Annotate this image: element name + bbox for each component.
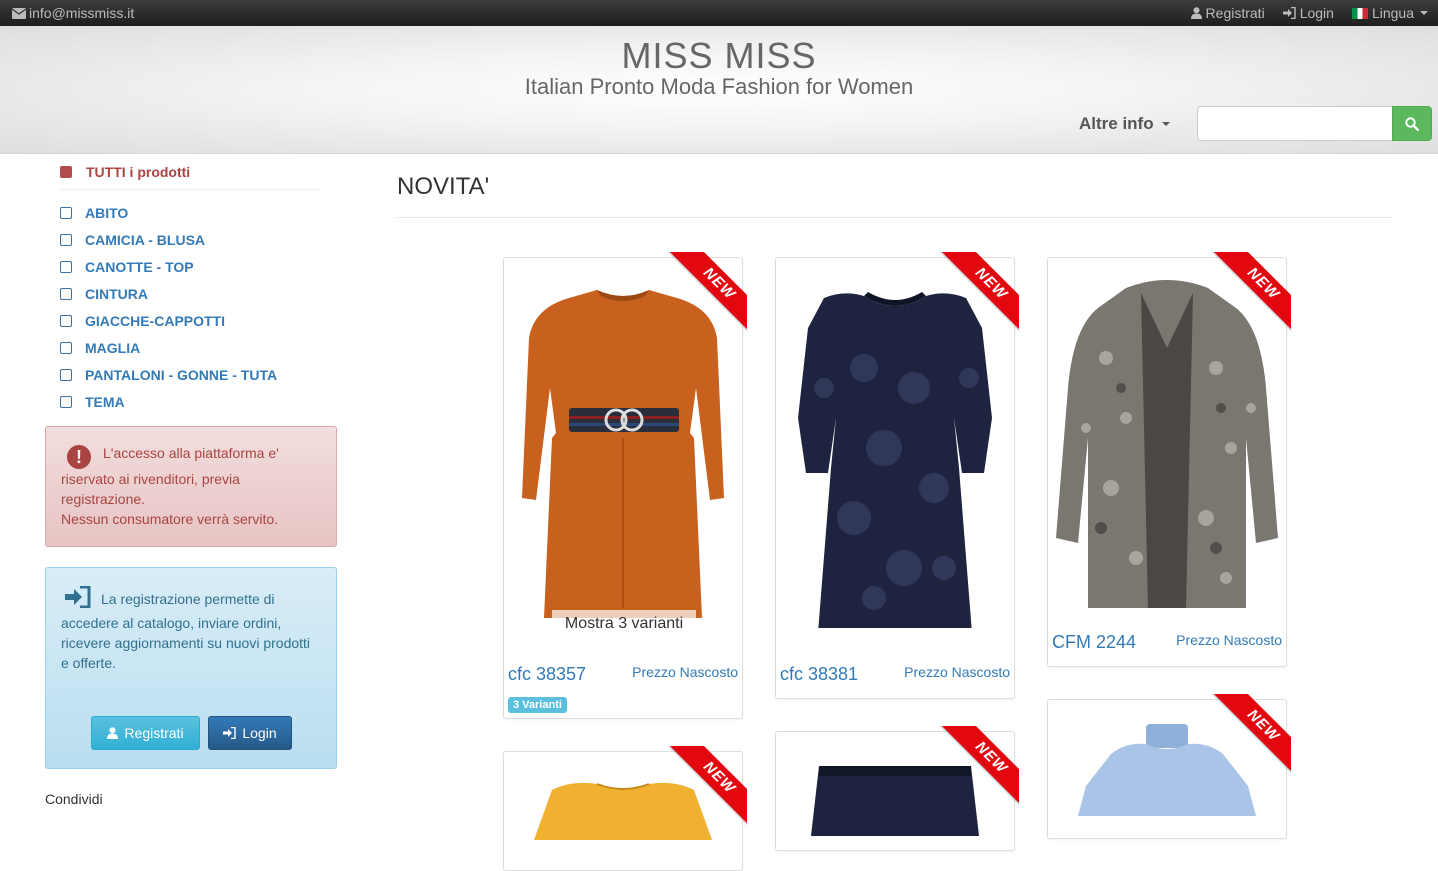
caret-down-icon xyxy=(1420,11,1428,15)
checkbox-empty-icon xyxy=(60,314,72,327)
category-label: MAGLIA xyxy=(85,339,141,356)
section-divider xyxy=(397,217,1393,218)
checkbox-empty-icon xyxy=(60,206,72,219)
category-list: ABITO CAMICIA - BLUSA CANOTTE - TOP CINT… xyxy=(60,199,277,415)
product-code[interactable]: CFM 2244 xyxy=(1052,632,1136,653)
login-icon xyxy=(1282,7,1296,19)
product-price: Prezzo Nascosto xyxy=(904,664,1010,680)
login-icon xyxy=(65,585,91,613)
product-code[interactable]: cfc 38381 xyxy=(780,664,858,685)
divider xyxy=(61,692,321,693)
category-item[interactable]: PANTALONI - GONNE - TUTA xyxy=(60,361,277,388)
checkbox-empty-icon xyxy=(60,287,72,300)
register-label: Registrati xyxy=(1205,5,1265,21)
checkbox-checked-icon xyxy=(60,166,72,178)
section-title: NOVITA' xyxy=(397,173,490,200)
register-button[interactable]: Registrati xyxy=(91,716,200,750)
top-bar: info@missmiss.it Registrati Login Lingua xyxy=(0,0,1438,26)
login-button-label: Login xyxy=(242,725,277,741)
checkbox-empty-icon xyxy=(60,368,72,381)
site-header: MISS MISS Italian Pronto Moda Fashion fo… xyxy=(0,26,1438,154)
more-info-label: Altre info xyxy=(1079,114,1154,133)
share-label: Condividi xyxy=(45,791,103,807)
registration-info-panel: La registrazione permette di accedere al… xyxy=(45,567,337,769)
new-ribbon: NEW xyxy=(1211,694,1291,774)
product-card[interactable]: NEW xyxy=(775,726,1019,851)
language-label: Lingua xyxy=(1371,5,1414,21)
email-text: info@missmiss.it xyxy=(29,5,135,21)
variants-badge: 3 Varianti xyxy=(508,697,567,713)
italy-flag-icon xyxy=(1351,7,1368,19)
category-item[interactable]: MAGLIA xyxy=(60,334,277,361)
checkbox-empty-icon xyxy=(60,341,72,354)
login-icon xyxy=(223,727,237,739)
category-item[interactable]: GIACCHE-CAPPOTTI xyxy=(60,307,277,334)
product-card[interactable]: NEW CFM 2244 Prezzo Nascosto xyxy=(1047,252,1291,667)
category-label: ABITO xyxy=(85,204,129,221)
new-ribbon: NEW xyxy=(939,252,1019,332)
search-button[interactable] xyxy=(1392,106,1432,141)
search-icon xyxy=(1405,116,1419,131)
reseller-only-alert: ! L'accesso alla piattaforma e' riservato… xyxy=(45,426,337,547)
product-price: Prezzo Nascosto xyxy=(1176,632,1282,648)
category-all-products[interactable]: TUTTI i prodotti xyxy=(60,164,322,190)
product-code[interactable]: cfc 38357 xyxy=(508,664,586,685)
product-card[interactable]: NEW cfc 38381 Prezzo Nascosto xyxy=(775,252,1019,699)
register-link[interactable]: Registrati xyxy=(1190,5,1265,21)
category-item[interactable]: ABITO xyxy=(60,199,277,226)
product-card[interactable]: NEW xyxy=(503,746,747,871)
product-price: Prezzo Nascosto xyxy=(632,664,738,680)
category-item[interactable]: CANOTTE - TOP xyxy=(60,253,277,280)
user-icon xyxy=(1190,7,1202,19)
checkbox-empty-icon xyxy=(60,260,72,273)
category-item[interactable]: CINTURA xyxy=(60,280,277,307)
product-card[interactable]: NEW xyxy=(1047,694,1291,839)
checkbox-empty-icon xyxy=(60,233,72,246)
login-button[interactable]: Login xyxy=(208,716,292,750)
exclamation-circle-icon: ! xyxy=(67,445,91,469)
login-label: Login xyxy=(1299,5,1334,21)
new-ribbon: NEW xyxy=(667,252,747,332)
category-label: CINTURA xyxy=(85,285,148,302)
show-variants-overlay[interactable]: Mostra 3 varianti xyxy=(552,610,696,638)
alert-text: L'accesso alla piattaforma e' riservato … xyxy=(61,445,279,507)
new-ribbon: NEW xyxy=(939,726,1019,806)
category-label: CAMICIA - BLUSA xyxy=(85,231,206,248)
search-input[interactable] xyxy=(1197,106,1393,141)
category-item[interactable]: CAMICIA - BLUSA xyxy=(60,226,277,253)
user-icon xyxy=(107,727,119,739)
alert-text-secondary: Nessun consumatore verrà servito. xyxy=(61,511,279,527)
login-link[interactable]: Login xyxy=(1282,5,1334,21)
new-ribbon: NEW xyxy=(667,746,747,826)
brand-title[interactable]: MISS MISS xyxy=(0,35,1438,77)
category-label: PANTALONI - GONNE - TUTA xyxy=(85,366,278,383)
category-label: TUTTI i prodotti xyxy=(86,164,191,180)
email-link[interactable]: info@missmiss.it xyxy=(12,5,134,21)
category-label: CANOTTE - TOP xyxy=(85,258,194,275)
register-button-label: Registrati xyxy=(124,725,184,741)
product-card[interactable]: Mostra 3 varianti NEW cfc 38357 Prezzo N… xyxy=(503,252,747,719)
envelope-icon xyxy=(12,7,26,19)
brand-tagline: Italian Pronto Moda Fashion for Women xyxy=(524,74,914,99)
new-ribbon: NEW xyxy=(1211,252,1291,332)
more-info-dropdown[interactable]: Altre info xyxy=(1079,114,1170,134)
category-item[interactable]: TEMA xyxy=(60,388,277,415)
info-text: La registrazione permette di accedere al… xyxy=(61,591,311,671)
language-dropdown[interactable]: Lingua xyxy=(1351,5,1428,21)
category-label: GIACCHE-CAPPOTTI xyxy=(85,312,225,329)
checkbox-empty-icon xyxy=(60,395,72,408)
caret-down-icon xyxy=(1161,122,1170,126)
category-label: TEMA xyxy=(85,393,125,410)
